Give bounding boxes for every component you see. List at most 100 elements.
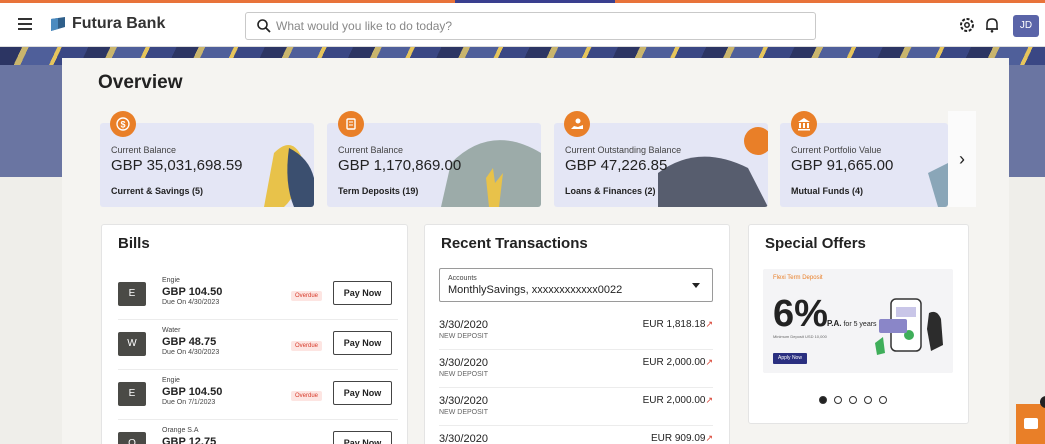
transaction-type: NEW DEPOSIT — [439, 333, 489, 340]
search-icon — [257, 19, 271, 33]
chat-button[interactable] — [1016, 396, 1045, 444]
transaction-date: 3/30/2020 — [439, 319, 488, 331]
transaction-amount: EUR 2,000.00 — [642, 357, 706, 368]
special-offers-card: Special Offers Flexi Term Deposit 6% P.A… — [748, 224, 969, 424]
pay-now-button[interactable]: Pay Now — [333, 381, 392, 405]
bill-amount: GBP 104.50 — [162, 286, 223, 298]
pay-now-button[interactable]: Pay Now — [333, 281, 392, 305]
transaction-row[interactable]: 3/30/2020 NEW DEPOSIT EUR 1,818.18↗ — [439, 313, 713, 349]
menu-icon[interactable] — [14, 15, 36, 37]
card-amount: GBP 35,031,698.59 — [111, 157, 243, 174]
offer-minimum: Minimum Deposit USD 10,000 — [773, 334, 827, 339]
transactions-title: Recent Transactions — [441, 235, 588, 252]
offer-rate-sub: P.A. — [827, 319, 842, 328]
bill-item: W Water GBP 48.75 Due On 4/30/2023 Overd… — [118, 327, 398, 365]
bill-amount: GBP 12.75 — [162, 436, 217, 444]
carousel-dot[interactable] — [819, 396, 827, 404]
account-select-value: MonthlySavings, xxxxxxxxxxxx0022 — [448, 284, 623, 296]
bill-amount: GBP 48.75 — [162, 336, 217, 348]
divider — [439, 387, 713, 388]
offer-rate: 6% — [773, 293, 828, 335]
arrow-up-right-icon: ↗ — [705, 319, 713, 329]
chevron-down-icon — [692, 283, 700, 288]
card-decoration — [928, 163, 948, 207]
biller-avatar: E — [118, 382, 146, 406]
bill-item: E Engie GBP 104.50 Due On 7/1/2023 Overd… — [118, 377, 398, 415]
divider — [439, 425, 713, 426]
card-subtitle: Loans & Finances (2) — [565, 186, 656, 196]
apply-now-button[interactable]: Apply Now — [773, 353, 807, 364]
card-subtitle: Mutual Funds (4) — [791, 186, 863, 196]
carousel-dot[interactable] — [834, 396, 842, 404]
biller-avatar: E — [118, 282, 146, 306]
transaction-amount-wrap: EUR 2,000.00↗ — [643, 357, 713, 368]
dollar-icon: $ — [110, 111, 136, 137]
svg-text:$: $ — [120, 120, 125, 130]
divider — [118, 369, 398, 370]
overdue-badge: Overdue — [291, 391, 323, 401]
biller-name: Water — [162, 327, 181, 334]
loan-icon — [564, 111, 590, 137]
bell-icon[interactable] — [983, 16, 1001, 34]
card-subtitle: Current & Savings (5) — [111, 186, 204, 196]
biller-name: Orange S.A — [162, 427, 199, 434]
search-bar[interactable] — [245, 12, 816, 40]
overview-card-current-savings[interactable]: Current Balance GBP 35,031,698.59 Curren… — [100, 123, 314, 207]
brand-name[interactable]: Futura Bank — [72, 15, 165, 33]
card-decoration — [658, 127, 768, 207]
bill-due-date: Due On 7/1/2023 — [162, 399, 216, 406]
deposit-icon — [338, 111, 364, 137]
overview-card-loans[interactable]: Current Outstanding Balance GBP 47,226.8… — [554, 123, 768, 207]
bill-item: O Orange S.A GBP 12.75 Pay Now — [118, 427, 398, 444]
divider — [118, 319, 398, 320]
arrow-up-right-icon: ↗ — [705, 433, 713, 443]
transaction-row[interactable]: 3/30/2020 NEW DEPOSIT EUR 2,000.00↗ — [439, 389, 713, 425]
carousel-dot[interactable] — [864, 396, 872, 404]
transaction-amount-wrap: EUR 909.09↗ — [651, 433, 713, 444]
carousel-next-button[interactable]: › — [948, 111, 976, 207]
transaction-row[interactable]: 3/30/2020 NEW DEPOSIT EUR 2,000.00↗ — [439, 351, 713, 387]
pay-now-button[interactable]: Pay Now — [333, 331, 392, 355]
bills-card: Bills E Engie GBP 104.50 Due On 4/30/202… — [101, 224, 408, 444]
offer-banner[interactable]: Flexi Term Deposit 6% P.A. for 5 years M… — [763, 269, 953, 373]
carousel-dot[interactable] — [879, 396, 887, 404]
card-amount: GBP 1,170,869.00 — [338, 157, 462, 174]
account-select[interactable]: Accounts MonthlySavings, xxxxxxxxxxxx002… — [439, 268, 713, 302]
bill-amount: GBP 104.50 — [162, 386, 223, 398]
phone-illustration — [875, 298, 943, 355]
card-amount: GBP 47,226.85 — [565, 157, 668, 174]
biller-avatar: O — [118, 432, 146, 444]
transaction-amount: EUR 2,000.00 — [642, 395, 706, 406]
recent-transactions-card: Recent Transactions Accounts MonthlySavi… — [424, 224, 730, 444]
biller-avatar: W — [118, 332, 146, 356]
chat-icon — [1024, 418, 1038, 429]
biller-name: Engie — [162, 377, 180, 384]
offer-tag: Flexi Term Deposit — [773, 275, 823, 281]
user-avatar[interactable]: JD — [1013, 15, 1039, 37]
bill-item: E Engie GBP 104.50 Due On 4/30/2023 Over… — [118, 277, 398, 315]
carousel-dot[interactable] — [849, 396, 857, 404]
transaction-date: 3/30/2020 — [439, 357, 488, 369]
overview-card-term-deposits[interactable]: Current Balance GBP 1,170,869.00 Term De… — [327, 123, 541, 207]
transaction-date: 3/30/2020 — [439, 433, 488, 444]
overdue-badge: Overdue — [291, 341, 323, 351]
bills-title: Bills — [118, 235, 150, 252]
transaction-type: NEW DEPOSIT — [439, 409, 489, 416]
transaction-amount-wrap: EUR 2,000.00↗ — [643, 395, 713, 406]
transaction-amount: EUR 909.09 — [650, 433, 706, 444]
transaction-amount: EUR 1,818.18 — [642, 319, 706, 330]
bill-due-date: Due On 4/30/2023 — [162, 299, 220, 306]
app-header: Futura Bank JD — [0, 3, 1045, 47]
card-subtitle: Term Deposits (19) — [338, 186, 419, 196]
transaction-row[interactable]: 3/30/2020 EUR 909.09↗ — [439, 427, 713, 444]
settings-icon[interactable] — [958, 16, 976, 34]
biller-name: Engie — [162, 277, 180, 284]
card-amount: GBP 91,665.00 — [791, 157, 894, 174]
bank-logo-icon — [51, 17, 65, 31]
card-label: Current Balance — [338, 145, 404, 155]
pay-now-button[interactable]: Pay Now — [333, 431, 392, 444]
transaction-amount-wrap: EUR 1,818.18↗ — [643, 319, 713, 330]
carousel-pagination — [819, 391, 894, 409]
search-input[interactable] — [276, 15, 796, 37]
offers-title: Special Offers — [765, 235, 866, 252]
